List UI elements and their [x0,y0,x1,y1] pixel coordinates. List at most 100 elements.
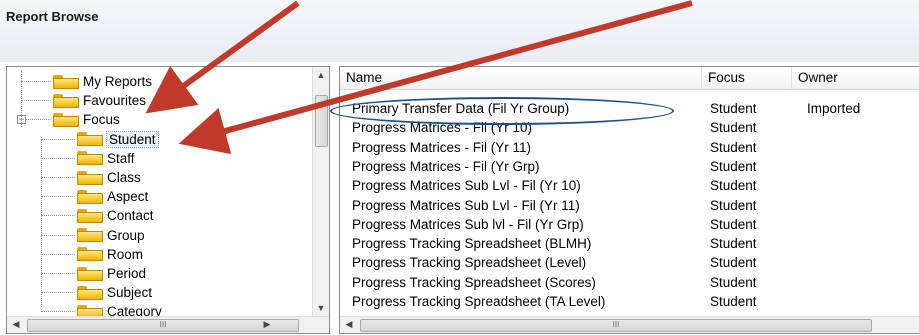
scroll-left-icon[interactable]: ◀ [341,319,357,330]
tree-connector [41,196,75,198]
tree-item-class[interactable]: Class [77,168,141,187]
report-name: Progress Matrices Sub Lvl - Fil (Yr 11) [352,197,580,213]
folder-icon [77,247,103,262]
tree-item-label: Class [107,170,141,185]
tree-item-contact[interactable]: Contact [77,206,154,225]
tree-item-label: Subject [107,285,153,301]
tree-connector [21,71,22,127]
tree-item-label: Room [107,246,144,262]
report-focus: Student [710,255,757,271]
tree-item-label: Staff [107,150,135,166]
tree-item-category[interactable]: Category [77,302,162,316]
report-name: Progress Matrices - Fil (Yr 11) [352,139,532,155]
tree-item-label: Contact [107,208,154,224]
list-item[interactable]: Progress Tracking Spreadsheet (Scores) St… [340,273,919,292]
report-focus: Student [710,274,757,290]
list-item[interactable]: Progress Tracking Spreadsheet (BLMH) Stud… [340,234,919,253]
tree-connector [21,100,51,102]
tree-vscroll-thumb[interactable] [315,95,328,147]
list-item[interactable]: Progress Matrices - Fil (Yr 10) Student [340,118,919,137]
folder-icon [77,285,103,300]
tree-item-label: Favourites [83,93,147,109]
tree-item-label: Period [107,266,147,281]
column-header-focus[interactable]: Focus [702,67,792,89]
tree-horizontal-scrollbar[interactable]: ◀ III ▶ [7,316,329,333]
report-focus: Student [710,236,757,252]
folder-icon [53,74,79,89]
report-focus: Student [710,216,757,232]
folder-icon [53,112,79,127]
report-name: Progress Matrices Sub lvl - Fil (Yr Grp) [352,216,584,232]
report-owner: Imported [807,101,861,116]
scroll-left-icon[interactable]: ◀ [8,319,24,330]
report-name: Progress Matrices - Fil (Yr 10) [352,120,533,136]
tree-connector [41,253,75,255]
report-focus: Student [710,120,757,136]
page-title: Report Browse [6,9,99,24]
tree-connector [41,311,75,313]
list-hscroll-thumb[interactable]: III [360,319,872,332]
scroll-up-icon[interactable]: ▲ [313,70,329,80]
folder-icon [77,304,103,316]
tree-item-group[interactable]: Group [77,226,145,245]
report-focus: Student [710,294,757,309]
report-name: Progress Tracking Spreadsheet (Level) [352,255,587,271]
list-item[interactable]: Progress Matrices Sub Lvl - Fil (Yr 11) S… [340,196,919,215]
list-header: Name Focus Owner [340,67,919,90]
tree-vertical-scrollbar[interactable]: ▲ ▼ [312,67,329,316]
tree-item-label: Student [106,130,159,148]
folder-icon [77,266,103,281]
report-name: Progress Tracking Spreadsheet (BLMH) [352,236,592,252]
tree-item-aspect[interactable]: Aspect [77,187,148,206]
report-tree[interactable]: My Reports Favourites − Focus Student Staff Cl… [6,66,330,334]
list-item[interactable]: Progress Matrices - Fil (Yr 11) Student [340,138,919,157]
list-item[interactable]: Progress Matrices Sub lvl - Fil (Yr Grp)… [340,215,919,234]
report-name: Progress Matrices - Fil (Yr Grp) [352,158,540,174]
scroll-right-icon[interactable]: ▶ [259,319,275,330]
tree-item-label: Aspect [107,189,149,205]
tree-item-label: Focus [83,112,120,128]
tree-item-label: Group [107,227,145,243]
report-focus: Student [710,101,757,116]
tree-connector [41,292,75,294]
tree-connector [21,81,51,82]
tree-item-period[interactable]: Period [77,264,146,283]
tree-item-focus[interactable]: Focus [53,110,120,129]
list-item[interactable]: Progress Matrices - Fil (Yr Grp) Student [340,157,919,176]
report-focus: Student [710,178,757,194]
list-item[interactable]: Primary Transfer Data (Fil Yr Group) Stud… [340,99,919,118]
tree-item-favourites[interactable]: Favourites [53,91,146,110]
tree-content: My Reports Favourites − Focus Student Staff Cl… [7,67,312,316]
report-name: Progress Tracking Spreadsheet (TA Level) [352,294,606,309]
scroll-down-icon[interactable]: ▼ [313,303,329,313]
tree-item-my-reports[interactable]: My Reports [53,72,152,91]
list-horizontal-scrollbar[interactable]: ◀ III [340,316,919,333]
tree-connector [41,273,75,274]
report-name: Primary Transfer Data (Fil Yr Group) [352,101,570,116]
tree-connector [41,177,75,178]
tree-connector [41,215,75,217]
tree-connector [41,139,42,307]
tree-item-subject[interactable]: Subject [77,283,152,302]
tree-item-room[interactable]: Room [77,245,143,264]
tree-connector [41,138,75,140]
tree-item-staff[interactable]: Staff [77,149,135,168]
list-item[interactable]: Progress Matrices Sub Lvl - Fil (Yr 10) S… [340,176,919,195]
report-focus: Student [710,197,757,213]
report-list[interactable]: Name Focus Owner Primary Transfer Data (… [339,66,919,334]
tree-item-student[interactable]: Student [77,130,159,149]
folder-icon [77,208,103,223]
report-name: Progress Matrices Sub Lvl - Fil (Yr 10) [352,178,581,194]
tree-connector [41,234,75,236]
folder-icon [77,189,103,204]
column-header-owner[interactable]: Owner [792,67,919,89]
list-item[interactable]: Progress Tracking Spreadsheet (Level) Stu… [340,253,919,272]
list-item[interactable]: Progress Tracking Spreadsheet (TA Level)… [340,292,919,311]
folder-icon [77,228,103,243]
column-header-name[interactable]: Name [340,67,702,89]
top-bar: Report Browse [0,0,919,62]
folder-icon [77,170,103,185]
tree-item-label: Category [107,304,162,316]
folder-icon [77,151,103,166]
tree-item-label: My Reports [83,74,153,89]
